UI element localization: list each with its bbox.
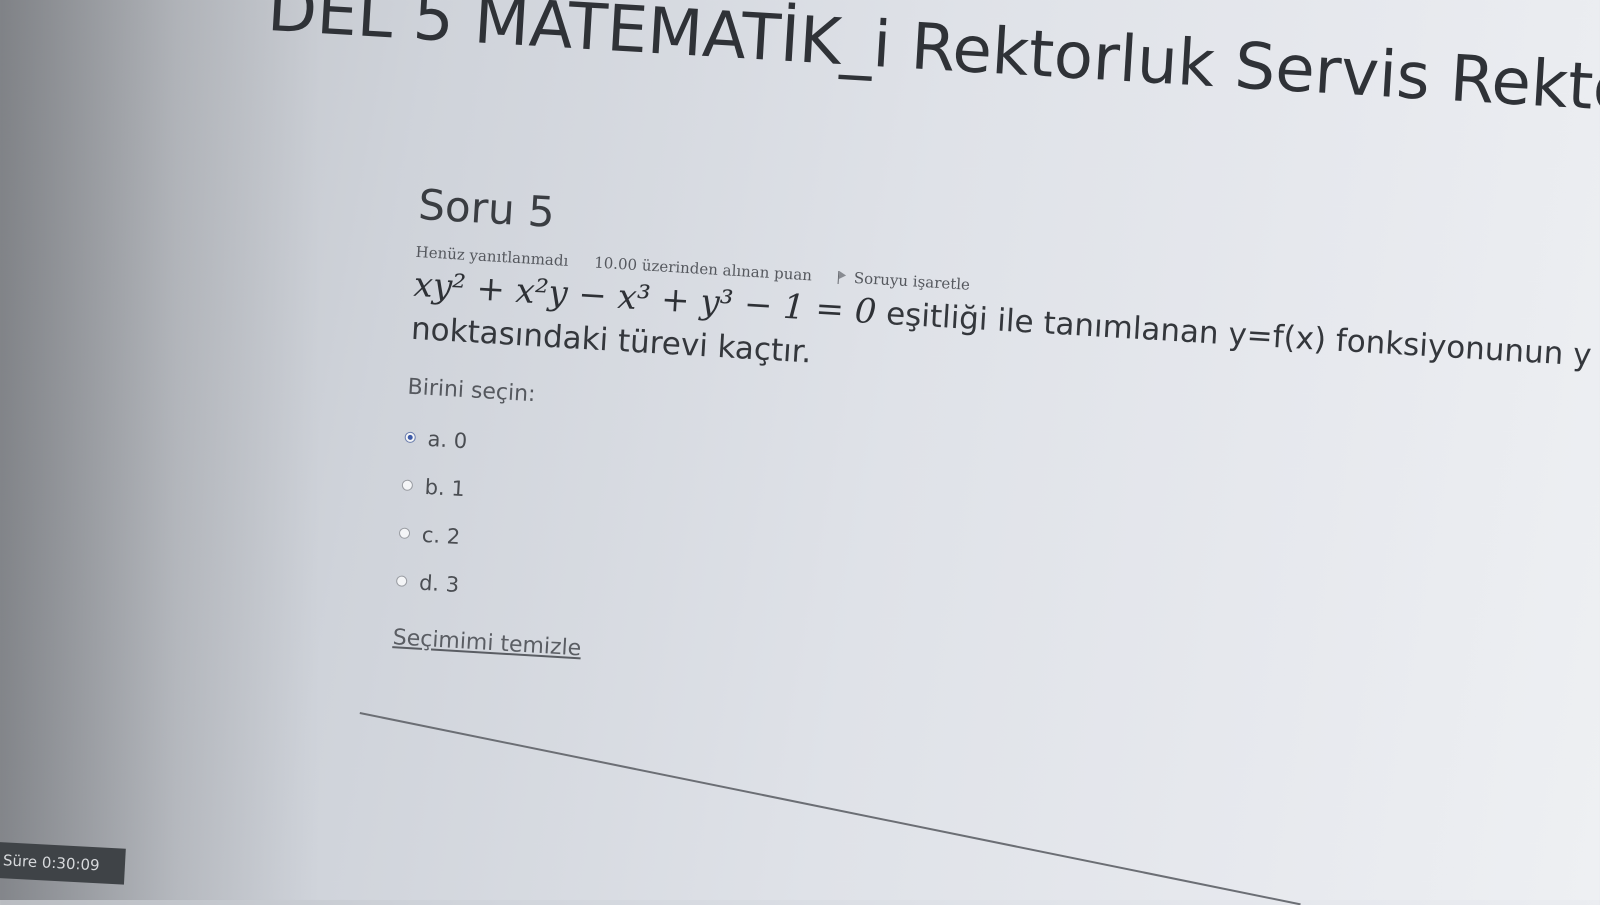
radio-icon[interactable] bbox=[395, 575, 408, 588]
screen-shadow bbox=[0, 0, 320, 900]
question-block: Soru 5 Henüz yanıtlanmadı 10.00 üzerinde… bbox=[392, 180, 1600, 724]
answer-label: a. 0 bbox=[426, 426, 468, 453]
answer-label: b. 1 bbox=[424, 474, 466, 501]
clear-selection-link[interactable]: Seçimimi temizle bbox=[392, 625, 582, 661]
radio-icon-selected[interactable] bbox=[404, 431, 417, 444]
course-title: DEL 5 MATEMATİK_i Rektorluk Servis Rekto… bbox=[265, 0, 1600, 140]
flag-icon bbox=[838, 270, 849, 284]
section-divider bbox=[359, 712, 1301, 905]
quiz-page: DEL 5 MATEMATİK_i Rektorluk Servis Rekto… bbox=[0, 0, 1600, 905]
answer-label: c. 2 bbox=[421, 522, 461, 549]
quiz-timer: Süre 0:30:09 bbox=[0, 842, 126, 885]
radio-icon[interactable] bbox=[398, 527, 411, 540]
radio-icon[interactable] bbox=[401, 479, 414, 492]
answer-label: d. 3 bbox=[418, 570, 460, 597]
